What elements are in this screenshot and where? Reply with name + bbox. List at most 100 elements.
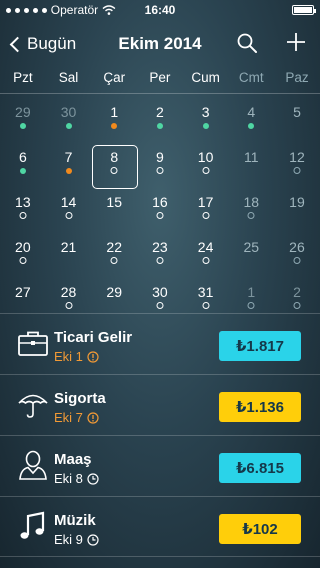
calendar-week: 29 30 1 2 3 4 5 xyxy=(0,100,320,145)
signal-dot xyxy=(6,7,11,13)
clock-icon xyxy=(87,533,99,546)
item-date: Eki 1 xyxy=(54,349,99,364)
scheduled-marker xyxy=(19,212,27,219)
paid-marker xyxy=(156,123,163,129)
exclamation-icon xyxy=(87,411,99,424)
calendar-day[interactable]: 19 xyxy=(274,190,320,235)
calendar-day[interactable]: 14 xyxy=(46,190,92,235)
paid-marker xyxy=(65,123,72,129)
wifi-icon xyxy=(102,5,116,15)
day-number: 18 xyxy=(243,194,260,210)
overdue-marker xyxy=(65,168,72,174)
calendar-day[interactable]: 18 xyxy=(228,190,274,235)
calendar-week: 6 7 8 9 10 11 12 xyxy=(0,145,320,190)
item-title: Maaş xyxy=(54,451,92,468)
signal-dot xyxy=(32,7,38,13)
day-number: 13 xyxy=(15,194,31,210)
day-number: 30 xyxy=(152,284,168,300)
calendar-day[interactable]: 21 xyxy=(46,235,92,280)
calendar-day[interactable]: 25 xyxy=(228,235,274,280)
calendar-day[interactable]: 7 xyxy=(46,145,92,190)
calendar-week: 13 14 15 16 17 18 19 xyxy=(0,190,320,235)
day-number: 16 xyxy=(152,194,168,210)
calendar-day[interactable]: 2 xyxy=(137,100,183,145)
carrier-label: Operatör xyxy=(50,3,99,17)
signal-dot xyxy=(23,7,29,13)
calendar-day[interactable]: 22 xyxy=(91,235,137,280)
scheduled-marker xyxy=(247,212,255,219)
calendar-day[interactable]: 10 xyxy=(183,145,229,190)
calendar-day[interactable]: 15 xyxy=(91,190,137,235)
day-number: 1 xyxy=(247,284,256,300)
day-number: 29 xyxy=(106,284,122,300)
scheduled-marker xyxy=(293,302,301,309)
scheduled-marker xyxy=(156,257,164,264)
scheduled-marker xyxy=(202,302,210,309)
calendar-day[interactable]: 30 xyxy=(46,100,92,145)
day-number: 6 xyxy=(18,149,27,165)
back-label: Bugün xyxy=(27,34,77,53)
day-number: 7 xyxy=(64,149,73,165)
calendar-day[interactable]: 6 xyxy=(0,145,46,190)
day-number: 26 xyxy=(289,239,305,255)
briefcase-icon xyxy=(18,331,48,356)
calendar-day-selected[interactable]: 8 xyxy=(91,145,139,190)
scheduled-marker xyxy=(156,212,164,219)
item-title: Ticari Gelir xyxy=(54,329,133,346)
calendar-day[interactable]: 9 xyxy=(137,145,183,190)
item-title: Sigorta xyxy=(54,390,106,407)
person-icon xyxy=(19,450,47,480)
status-time: 16:40 xyxy=(144,3,176,17)
list-item[interactable]: Maaş Eki 8 ₺6.815 xyxy=(0,435,320,496)
day-number: 27 xyxy=(15,284,31,300)
search-icon[interactable] xyxy=(236,32,258,54)
calendar-day[interactable]: 23 xyxy=(137,235,183,280)
calendar-day[interactable]: 1 xyxy=(91,100,137,145)
add-icon[interactable] xyxy=(284,30,308,54)
day-number: 2 xyxy=(293,284,301,300)
calendar-day[interactable]: 16 xyxy=(137,190,183,235)
day-number: 5 xyxy=(293,104,301,120)
weekday-label: Sal xyxy=(58,70,79,85)
status-left: Operatör xyxy=(6,3,116,17)
paid-marker xyxy=(202,123,209,129)
item-date: Eki 8 xyxy=(54,471,99,486)
day-number: 22 xyxy=(106,239,122,255)
day-number: 10 xyxy=(197,149,214,165)
calendar-grid: 29 30 1 2 3 4 5 6 7 8 9 10 11 12 13 14 15 16 17 18 19 20 21 22 2… xyxy=(0,100,320,325)
calendar-day[interactable]: 12 xyxy=(274,145,320,190)
calendar-day[interactable]: 4 xyxy=(228,100,274,145)
calendar-day[interactable]: 20 xyxy=(0,235,46,280)
calendar-day[interactable]: 5 xyxy=(274,100,320,145)
calendar-week: 20 21 22 23 24 25 26 xyxy=(0,235,320,280)
scheduled-marker xyxy=(293,167,301,174)
calendar-day[interactable]: 11 xyxy=(228,145,274,190)
back-button[interactable]: Bugün xyxy=(8,34,76,54)
calendar-day[interactable]: 13 xyxy=(0,190,46,235)
day-number: 20 xyxy=(15,239,31,255)
amount-badge: ₺1.817 xyxy=(219,331,301,361)
day-number: 17 xyxy=(197,194,214,210)
weekday-label: Pzt xyxy=(13,70,33,85)
list-item[interactable]: Sigorta Eki 7 ₺1.136 xyxy=(0,374,320,435)
list-item[interactable]: Müzik Eki 9 ₺102 xyxy=(0,496,320,557)
scheduled-marker xyxy=(110,167,118,174)
calendar-day[interactable]: 3 xyxy=(183,100,229,145)
calendar-day[interactable]: 24 xyxy=(183,235,229,280)
item-title: Müzik xyxy=(54,512,96,529)
day-number: 28 xyxy=(60,284,77,300)
divider xyxy=(0,93,320,94)
calendar-day[interactable]: 29 xyxy=(0,100,46,145)
music-note-icon xyxy=(20,511,45,539)
status-bar: Operatör 16:40 xyxy=(0,0,320,20)
calendar-day[interactable]: 17 xyxy=(183,190,229,235)
day-number: 21 xyxy=(60,239,77,255)
scheduled-marker xyxy=(293,257,301,264)
day-number: 8 xyxy=(110,149,119,165)
weekday-label: Cmt xyxy=(238,70,264,85)
item-date: Eki 9 xyxy=(54,532,99,547)
clock-icon xyxy=(87,472,99,485)
weekday-header: Pzt Sal Çar Per Cum Cmt Paz xyxy=(0,70,320,85)
list-item[interactable]: Ticari Gelir Eki 1 ₺1.817 xyxy=(0,313,320,374)
calendar-day[interactable]: 26 xyxy=(274,235,320,280)
